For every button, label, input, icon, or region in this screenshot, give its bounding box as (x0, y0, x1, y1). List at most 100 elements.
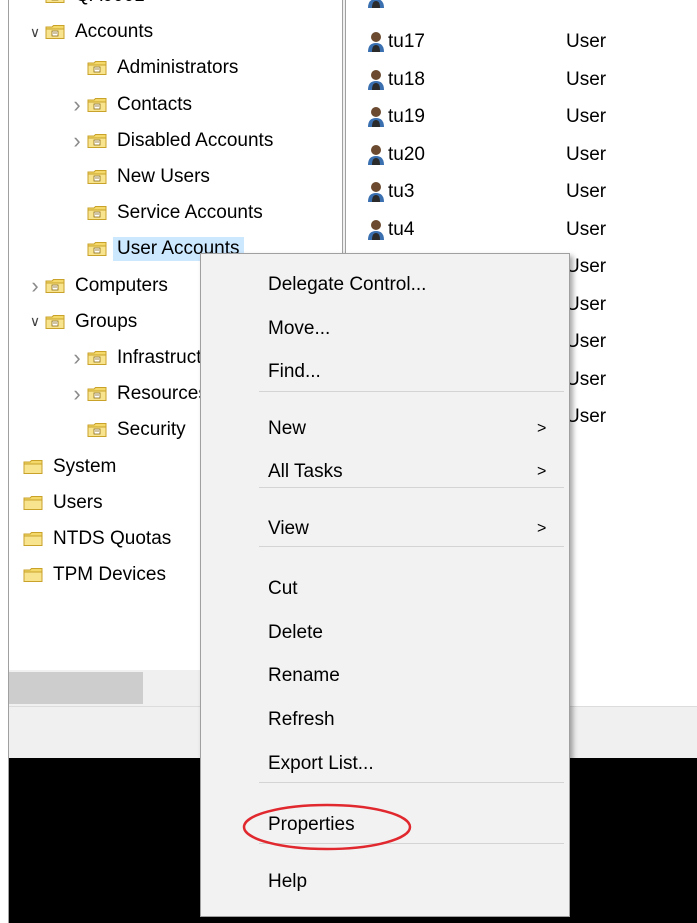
tree-item[interactable]: Service Accounts (67, 197, 263, 229)
tree-item[interactable]: NTDS Quotas (23, 523, 171, 555)
menu-separator (259, 391, 564, 392)
tree-item[interactable]: Users (23, 487, 103, 519)
user-icon (366, 218, 386, 242)
tree-item-label: System (53, 455, 117, 477)
menu-item-label: New (268, 418, 307, 439)
menu-item-delete[interactable]: Delete (201, 614, 569, 652)
no-expander (67, 414, 87, 446)
menu-item-cut[interactable]: Cut (201, 570, 569, 608)
menu-separator (259, 782, 564, 783)
tree-item-label: Groups (75, 310, 138, 332)
object-type: User (566, 218, 607, 240)
no-expander (67, 233, 87, 265)
menu-item-move[interactable]: Move... (201, 310, 569, 348)
object-type: User (566, 331, 607, 352)
chevron-right-icon[interactable]: › (67, 378, 87, 410)
user-icon (366, 0, 386, 10)
folder-icon (23, 567, 43, 583)
tree-item-label: Disabled Accounts (117, 129, 274, 151)
object-type: User (566, 256, 607, 277)
tree-item-label: Accounts (75, 21, 154, 43)
tree-item[interactable]: QA0001 (25, 0, 145, 12)
ou-folder-icon (45, 314, 65, 330)
list-item[interactable]: tu17 User (346, 26, 697, 58)
user-icon (366, 30, 386, 54)
menu-item-refresh[interactable]: Refresh (201, 701, 569, 739)
user-icon (366, 105, 386, 129)
submenu-arrow-icon: > (537, 463, 547, 480)
tree-item-label: New Users (117, 166, 210, 187)
tree-item[interactable]: › Contacts (67, 89, 192, 121)
menu-item-view[interactable]: View > (201, 510, 569, 548)
highlight-annotation (242, 803, 412, 851)
tree-item-label: QA0001 (75, 0, 145, 6)
object-type: User (566, 293, 607, 315)
folder-icon (23, 459, 43, 475)
user-name: tu20 (388, 143, 425, 165)
scrollbar-thumb[interactable] (9, 672, 143, 704)
list-item-partial[interactable] (346, 0, 697, 14)
menu-item-all-tasks[interactable]: All Tasks > (201, 453, 569, 491)
user-name: tu17 (388, 31, 425, 52)
tree-item[interactable]: › Resources (67, 378, 208, 410)
user-name: tu19 (388, 106, 425, 127)
tree-item-label: NTDS Quotas (53, 528, 172, 549)
user-name: tu4 (388, 218, 415, 240)
chevron-right-icon[interactable]: › (25, 270, 45, 302)
menu-item-label: Delete (268, 622, 323, 643)
chevron-down-icon[interactable]: ∨ (25, 306, 45, 338)
tree-item-label: Users (53, 491, 103, 513)
list-item[interactable]: tu4 User (346, 214, 697, 246)
menu-item-help[interactable]: Help (201, 863, 569, 901)
list-item[interactable]: tu3 User (346, 176, 697, 208)
folder-icon (23, 531, 43, 547)
tree-item[interactable]: Security (67, 414, 186, 446)
object-type: User (566, 181, 607, 202)
chevron-right-icon[interactable]: › (67, 125, 87, 157)
menu-item-label: All Tasks (268, 461, 343, 482)
tree-item[interactable]: Administrators (67, 52, 238, 84)
chevron-right-icon[interactable]: › (67, 89, 87, 121)
user-name: tu18 (388, 68, 425, 90)
ou-folder-icon (87, 60, 107, 76)
tree-item[interactable]: ∨ Groups (25, 306, 137, 338)
user-icon (366, 143, 386, 167)
menu-item-rename[interactable]: Rename (201, 657, 569, 695)
chevron-down-icon[interactable]: ∨ (25, 16, 45, 48)
menu-item-label: Help (268, 871, 308, 892)
menu-item-label: Delegate Control... (268, 274, 427, 295)
menu-item-label: Cut (268, 578, 298, 599)
object-type: User (566, 106, 607, 127)
list-item[interactable]: tu19 User (346, 101, 697, 133)
tree-item[interactable]: New Users (67, 161, 210, 193)
menu-item-label: Refresh (268, 709, 335, 730)
menu-item-export-list[interactable]: Export List... (201, 745, 569, 783)
list-item[interactable]: tu18 User (346, 64, 697, 96)
submenu-arrow-icon: > (537, 420, 547, 437)
menu-item-delegate-control[interactable]: Delegate Control... (201, 266, 569, 304)
tree-item-label: TPM Devices (53, 564, 166, 586)
folder-icon (23, 495, 43, 511)
tree-item-label: Resources (117, 383, 208, 405)
tree-item[interactable]: › Disabled Accounts (67, 125, 273, 157)
tree-item[interactable]: TPM Devices (23, 559, 166, 591)
tree-item[interactable]: ∨ Accounts (25, 16, 153, 48)
menu-item-label: Rename (268, 665, 340, 686)
submenu-arrow-icon: > (537, 520, 547, 537)
ou-folder-icon (45, 24, 65, 40)
tree-item-label: Contacts (117, 93, 192, 115)
object-type: User (566, 368, 607, 390)
object-type: User (566, 143, 607, 165)
menu-item-find[interactable]: Find... (201, 353, 569, 391)
ou-folder-icon (45, 0, 65, 4)
list-item[interactable]: tu20 User (346, 139, 697, 171)
tree-item-label: Computers (75, 274, 168, 296)
tree-item[interactable]: › Computers (25, 270, 168, 302)
menu-item-new[interactable]: New > (201, 410, 569, 448)
ou-folder-icon (87, 133, 107, 149)
tree-item-label: Administrators (117, 57, 239, 79)
user-icon (366, 180, 386, 204)
tree-item[interactable]: System (23, 451, 116, 483)
menu-item-label: View (268, 518, 309, 539)
chevron-right-icon[interactable]: › (67, 342, 87, 374)
